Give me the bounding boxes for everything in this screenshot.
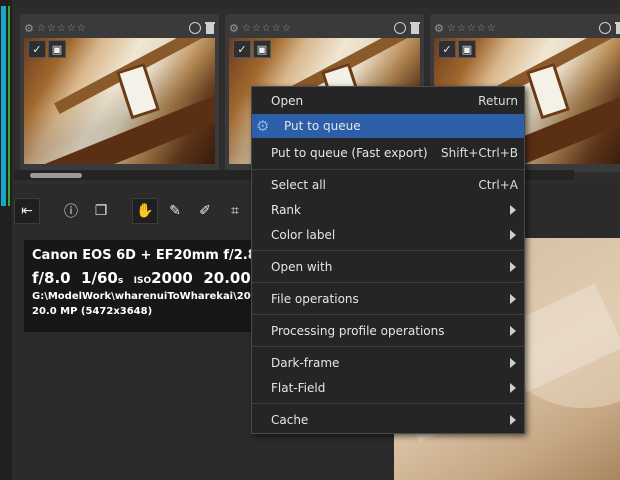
- menu-separator: [252, 403, 524, 404]
- menu-separator: [252, 250, 524, 251]
- menu-item-shortcut: Ctrl+A: [478, 178, 518, 192]
- menu-item-label: Select all: [271, 178, 326, 192]
- hand-tool-icon[interactable]: ✋: [132, 198, 158, 224]
- iso-label: ISO: [133, 276, 152, 286]
- menu-item-shortcut: Return: [478, 94, 518, 108]
- color-picker-icon[interactable]: ✐: [192, 198, 218, 224]
- menu-item-label: Rank: [271, 203, 301, 217]
- menu-item-put-to-queue[interactable]: ⚙ Put to queue: [252, 114, 524, 138]
- menu-item-put-to-queue-fast-export[interactable]: Put to queue (Fast export) Shift+Ctrl+B: [252, 141, 524, 165]
- submenu-arrow-icon: [510, 230, 516, 240]
- gears-icon: ⚙: [256, 117, 270, 135]
- menu-item-label: Open with: [271, 260, 333, 274]
- submenu-arrow-icon: [510, 415, 516, 425]
- gears-icon[interactable]: ⚙: [434, 22, 444, 35]
- menu-item-cache[interactable]: Cache: [252, 408, 524, 432]
- menu-item-label: Dark-frame: [271, 356, 340, 370]
- image-detail: [24, 84, 215, 164]
- color-label-icon[interactable]: [394, 22, 406, 34]
- menu-separator: [252, 346, 524, 347]
- menu-item-label: Open: [271, 94, 304, 108]
- menu-item-file-operations[interactable]: File operations: [252, 287, 524, 311]
- file-path: G:\ModelWork\wharenuiToWharekai\202: [32, 291, 258, 302]
- processed-check-icon: ✓: [233, 40, 251, 58]
- menu-item-open[interactable]: Open Return: [252, 89, 524, 113]
- submenu-arrow-icon: [510, 294, 516, 304]
- exposure-info: f/8.0 1/60s ISO2000 20.00mm: [32, 269, 270, 287]
- menu-separator: [252, 282, 524, 283]
- menu-item-open-with[interactable]: Open with: [252, 255, 524, 279]
- thumbnail-toolbar: ⚙ ☆☆☆☆☆: [24, 18, 215, 38]
- menu-item-label: Put to queue: [284, 119, 361, 133]
- menu-item-shortcut: Shift+Ctrl+B: [441, 146, 518, 160]
- submenu-arrow-icon: [510, 262, 516, 272]
- menu-item-processing-profile-operations[interactable]: Processing profile operations: [252, 319, 524, 343]
- menu-item-label: Processing profile operations: [271, 324, 445, 338]
- panel-edge: [1, 6, 6, 206]
- submenu-arrow-icon: [510, 326, 516, 336]
- thumbnail-image[interactable]: ✓ ▣: [24, 38, 215, 164]
- saved-icon: ▣: [253, 40, 271, 58]
- submenu-arrow-icon: [510, 358, 516, 368]
- menu-item-label: Flat-Field: [271, 381, 326, 395]
- gears-icon[interactable]: ⚙: [229, 22, 239, 35]
- hide-panel-icon[interactable]: ⇤: [14, 198, 40, 224]
- submenu-arrow-icon: [510, 383, 516, 393]
- shutter-unit: s: [117, 276, 124, 286]
- trash-icon[interactable]: [615, 22, 620, 34]
- aperture: f/8.0: [32, 269, 71, 287]
- info-icon[interactable]: ⓘ: [58, 198, 84, 224]
- menu-item-dark-frame[interactable]: Dark-frame: [252, 351, 524, 375]
- image-size: 20.0 MP (5472x3648): [32, 306, 153, 317]
- saved-icon: ▣: [458, 40, 476, 58]
- thumbnail[interactable]: ⚙ ☆☆☆☆☆ ✓ ▣: [20, 14, 219, 172]
- color-label-icon[interactable]: [599, 22, 611, 34]
- thumbnail-toolbar: ⚙ ☆☆☆☆☆: [229, 18, 420, 38]
- image-detail: [116, 62, 161, 120]
- context-menu: Open Return ⚙ Put to queue Put to queue …: [251, 86, 525, 434]
- menu-item-select-all[interactable]: Select all Ctrl+A: [252, 173, 524, 197]
- rating-stars[interactable]: ☆☆☆☆☆: [37, 23, 87, 34]
- processed-check-icon: ✓: [438, 40, 456, 58]
- menu-item-label: Cache: [271, 413, 309, 427]
- submenu-arrow-icon: [510, 205, 516, 215]
- left-panel-strip: [0, 0, 12, 480]
- menu-separator: [252, 169, 524, 170]
- trash-icon[interactable]: [205, 22, 215, 34]
- before-after-icon[interactable]: ❐: [88, 198, 114, 224]
- shutter-speed: 1/60: [81, 269, 118, 287]
- processed-check-icon: ✓: [28, 40, 46, 58]
- image-info-overlay: Canon EOS 6D + EF20mm f/2.8 USM f/8.0 1/…: [24, 240, 295, 332]
- scrollbar-thumb[interactable]: [30, 173, 82, 178]
- menu-item-label: Put to queue (Fast export): [271, 146, 428, 160]
- saved-icon: ▣: [48, 40, 66, 58]
- menu-item-color-label[interactable]: Color label: [252, 223, 524, 247]
- focal-length: 20.00: [203, 269, 251, 287]
- color-label-icon[interactable]: [189, 22, 201, 34]
- thumbnail-toolbar: ⚙ ☆☆☆☆☆: [434, 18, 620, 38]
- panel-edge-accent: [8, 6, 10, 206]
- camera-lens-info: Canon EOS 6D + EF20mm f/2.8 USM: [32, 248, 295, 263]
- rating-stars[interactable]: ☆☆☆☆☆: [242, 23, 292, 34]
- trash-icon[interactable]: [410, 22, 420, 34]
- menu-separator: [252, 314, 524, 315]
- gears-icon[interactable]: ⚙: [24, 22, 34, 35]
- menu-item-label: Color label: [271, 228, 336, 242]
- menu-item-rank[interactable]: Rank: [252, 198, 524, 222]
- white-balance-picker-icon[interactable]: ✎: [162, 198, 188, 224]
- menu-item-label: File operations: [271, 292, 359, 306]
- image-detail: [526, 62, 571, 120]
- crop-tool-icon[interactable]: ⌗: [222, 198, 248, 224]
- rating-stars[interactable]: ☆☆☆☆☆: [447, 23, 497, 34]
- iso-value: 2000: [151, 269, 193, 287]
- menu-item-flat-field[interactable]: Flat-Field: [252, 376, 524, 400]
